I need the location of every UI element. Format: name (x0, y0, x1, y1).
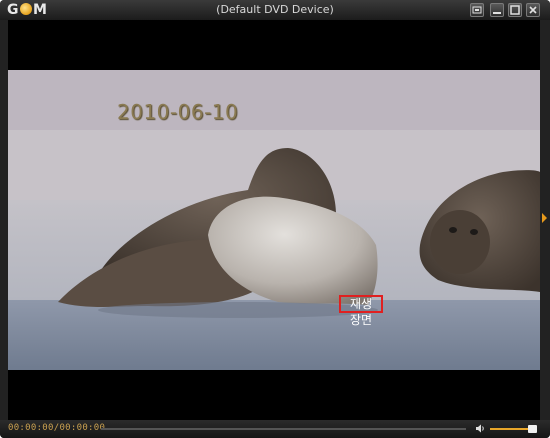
title-bar[interactable]: GM (Default DVD Device) (0, 0, 550, 20)
volume-slider-handle[interactable] (528, 425, 537, 433)
window-title: (Default DVD Device) (216, 3, 334, 16)
control-bar: 00:00:00/00:00:00 (0, 420, 550, 438)
date-stamp-overlay: 2010-06-10 (117, 100, 239, 124)
sea-horizon (8, 70, 540, 130)
video-area[interactable]: 2010-06-10 재생 장면 (8, 20, 540, 420)
sea-lion-right-eye (449, 227, 457, 233)
maximize-icon (510, 5, 520, 15)
close-button[interactable] (526, 3, 540, 17)
player-window: GM (Default DVD Device) 2010-06-10 재생 장면… (0, 0, 550, 438)
maximize-button[interactable] (508, 3, 522, 17)
speaker-icon[interactable] (475, 423, 486, 434)
settings-button[interactable] (470, 3, 484, 17)
subtitle-scene-text: 장면 (349, 313, 373, 327)
volume-slider-fill (490, 428, 530, 430)
sand-shadow-front (98, 302, 378, 318)
seek-bar[interactable] (101, 428, 466, 430)
subtitle-play-highlight: 재생 (339, 295, 383, 313)
subtitle-overlay: 재생 장면 (339, 295, 383, 328)
minimize-button[interactable] (490, 3, 504, 17)
video-scene (8, 70, 540, 370)
settings-icon (472, 6, 482, 14)
minimize-icon (493, 12, 501, 14)
close-icon (529, 6, 537, 14)
sea-lion-right-face (430, 210, 490, 274)
sea-lion-right-eye-2 (470, 229, 478, 235)
playlist-toggle-arrow-icon[interactable] (542, 213, 547, 223)
video-frame[interactable]: 2010-06-10 재생 장면 (8, 70, 540, 370)
window-frame-left (0, 20, 8, 420)
time-display: 00:00:00/00:00:00 (8, 423, 106, 433)
